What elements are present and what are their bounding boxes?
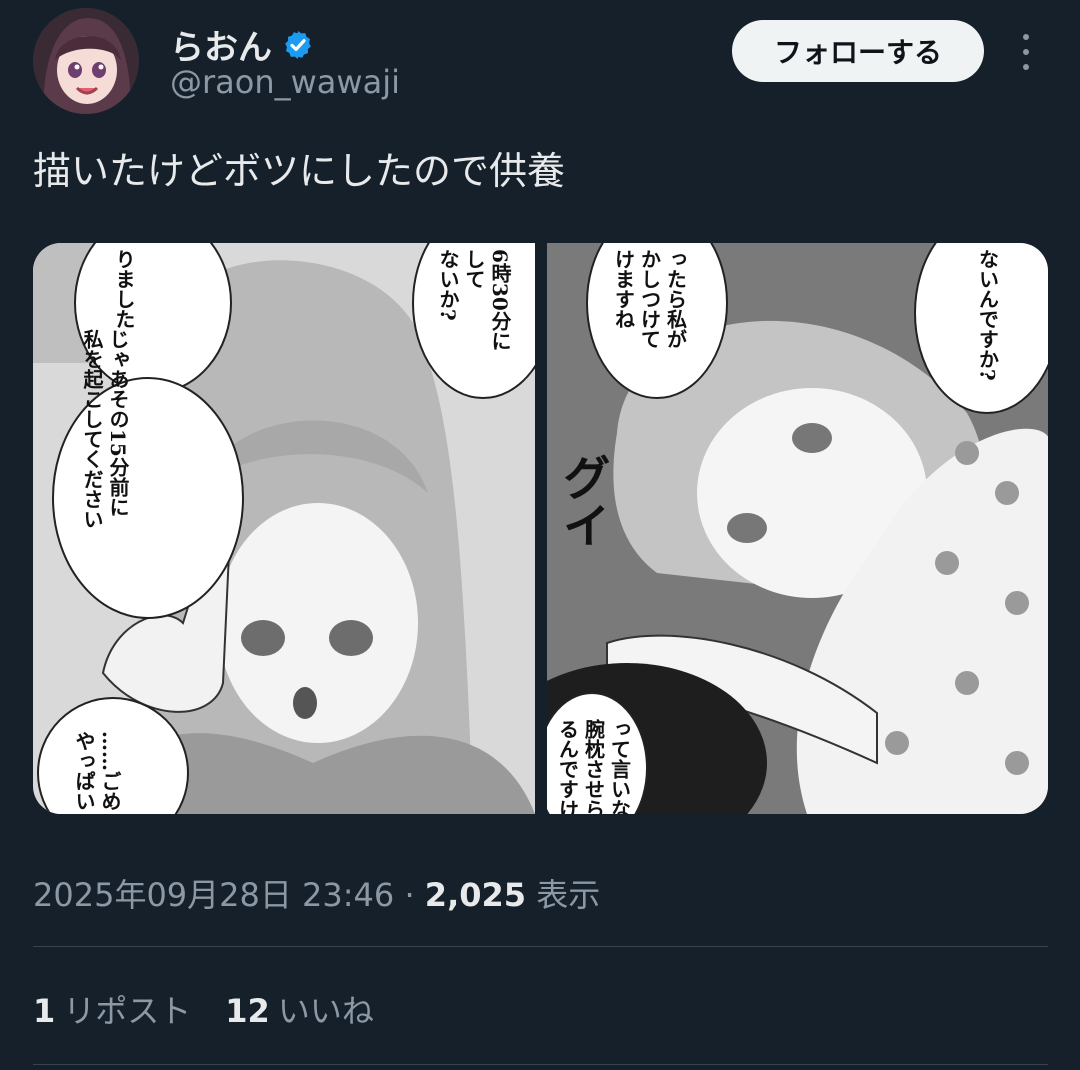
tweet-datetime[interactable]: 2025年09月28日 23:46 [33, 876, 394, 914]
display-name[interactable]: らおん [170, 20, 272, 69]
avatar-illustration [33, 8, 139, 114]
user-handle[interactable]: @raon_wawaji [170, 63, 400, 101]
likes-label: いいね [277, 992, 374, 1030]
manga-panel-left[interactable]: りました じゃあその15分前に 私を起こしてください 6時30分に して ないか… [33, 243, 535, 814]
likes-count: 12 [225, 992, 270, 1030]
follow-button[interactable]: フォローする [732, 20, 984, 82]
sound-effect: グイ [553, 453, 610, 549]
likes-stat[interactable]: 12 いいね [225, 986, 374, 1032]
avatar[interactable] [33, 8, 139, 114]
tweet-meta: 2025年09月28日 23:46 · 2,025 表示 [33, 870, 600, 916]
speech-bubble-3: 6時30分に して ないか? [436, 249, 512, 351]
speech-bubble-7: って言いな 腕枕させら るんですけ [555, 719, 632, 814]
views-label: 表示 [536, 876, 601, 914]
reposts-count: 1 [33, 992, 56, 1030]
reposts-stat[interactable]: 1 リポスト [33, 986, 191, 1032]
speech-bubble-5: ったら私が かしつけて けますね [611, 249, 688, 349]
tweet-text: 描いたけどボツにしたので供養 [33, 149, 566, 193]
manga-panel-right[interactable]: ったら私が かしつけて けますね ないんですか? って言いな 腕枕させら るんで… [546, 243, 1048, 814]
tweet-stats: 1 リポスト 12 いいね [33, 986, 374, 1032]
speech-bubble-6: ないんですか? [975, 249, 1000, 381]
speech-bubble-4: ……ごめ やっぱい [72, 731, 122, 811]
divider [33, 946, 1048, 947]
author-row: らおん [170, 20, 314, 69]
meta-separator: · [404, 876, 415, 914]
tweet-media[interactable]: りました じゃあその15分前に 私を起こしてください 6時30分に して ないか… [33, 243, 1048, 814]
more-vertical-icon[interactable] [1014, 30, 1038, 74]
reposts-label: リポスト [63, 992, 192, 1030]
speech-bubble-2: じゃあその15分前に 私を起こしてください [80, 329, 130, 529]
divider [33, 1064, 1048, 1065]
views-count: 2,025 [424, 876, 527, 914]
verified-badge-icon [285, 30, 311, 59]
